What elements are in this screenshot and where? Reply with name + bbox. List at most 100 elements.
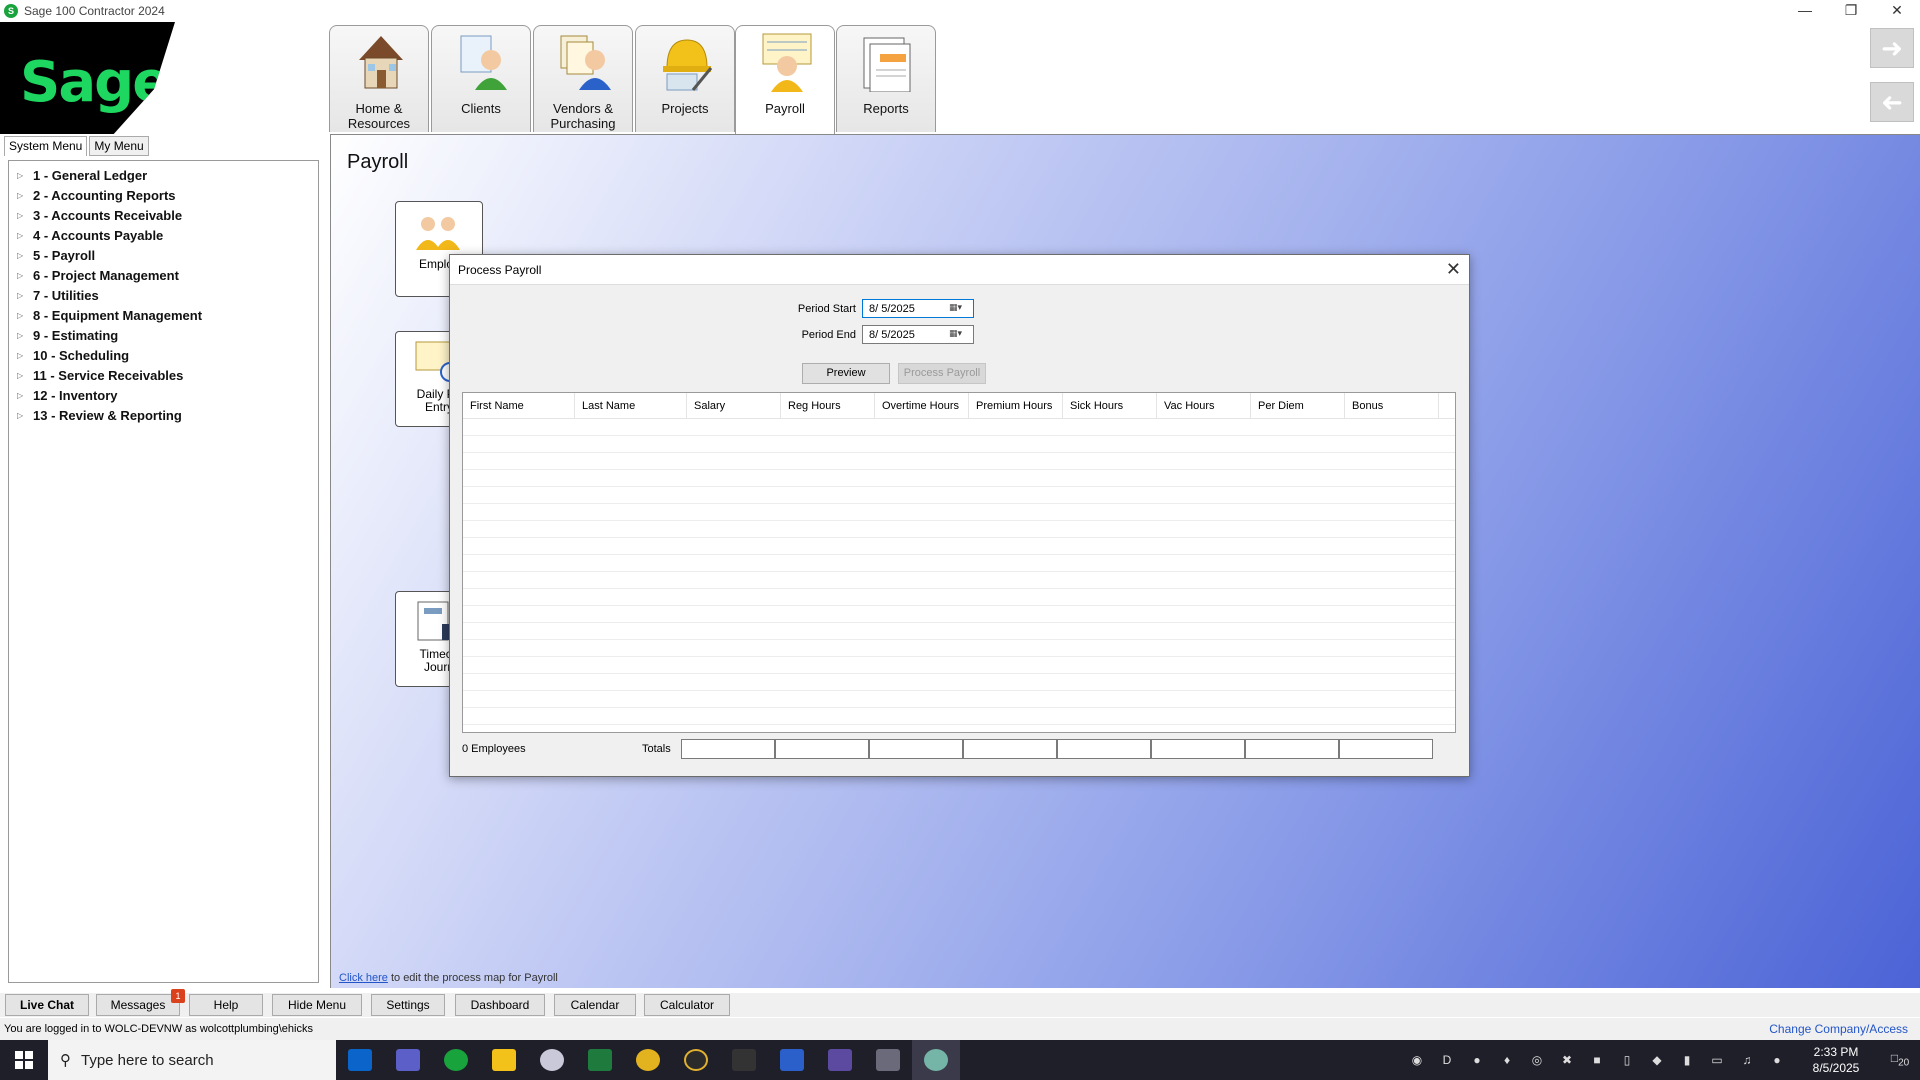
tray-app-icon[interactable]: D [1432,1053,1462,1067]
sage-app-icon: S [4,4,18,18]
column-per-diem[interactable]: Per Diem [1251,393,1345,418]
expand-arrow-icon[interactable]: ▷ [17,211,33,220]
expand-arrow-icon[interactable]: ▷ [17,171,33,180]
calendar-dropdown-icon[interactable]: ▦▾ [949,328,969,342]
file-explorer-icon[interactable] [480,1040,528,1080]
chatgpt-icon[interactable] [912,1040,960,1080]
grid-body[interactable] [463,419,1455,732]
taskbar-search-input[interactable]: ⚲ Type here to search [48,1040,336,1080]
app-icon[interactable] [672,1040,720,1080]
volume-icon[interactable]: ♫ [1732,1053,1762,1067]
expand-arrow-icon[interactable]: ▷ [17,331,33,340]
teams-icon[interactable] [384,1040,432,1080]
expand-arrow-icon[interactable]: ▷ [17,351,33,360]
change-company-link[interactable]: Change Company/Access [1769,1022,1908,1036]
dashboard-button[interactable]: Dashboard [455,994,545,1016]
back-arrow-icon[interactable]: ➜ [1870,82,1914,122]
column-last-name[interactable]: Last Name [575,393,687,418]
acrobat-icon[interactable] [720,1040,768,1080]
expand-arrow-icon[interactable]: ▷ [17,291,33,300]
help-button[interactable]: Help [189,994,263,1016]
column-sick-hours[interactable]: Sick Hours [1063,393,1157,418]
excel-icon[interactable] [576,1040,624,1080]
sage-taskbar-icon[interactable] [432,1040,480,1080]
chrome-icon[interactable] [624,1040,672,1080]
menu-item-accounting-reports[interactable]: ▷ 2 - Accounting Reports [9,185,318,205]
period-start-input[interactable]: 8/ 5/2025 ▦▾ [862,299,974,318]
expand-arrow-icon[interactable]: ▷ [17,391,33,400]
expand-arrow-icon[interactable]: ▷ [17,311,33,320]
tray-app-icon[interactable]: ◎ [1522,1053,1552,1067]
restore-icon[interactable]: ❐ [1828,0,1874,22]
expand-arrow-icon[interactable]: ▷ [17,371,33,380]
column-salary[interactable]: Salary [687,393,781,418]
menu-item-project-management[interactable]: ▷ 6 - Project Management [9,265,318,285]
calculator-button[interactable]: Calculator [644,994,730,1016]
expand-arrow-icon[interactable]: ▷ [17,251,33,260]
tray-app-icon[interactable]: ▯ [1612,1053,1642,1067]
total-per-diem [1245,739,1339,759]
expand-arrow-icon[interactable]: ▷ [17,411,33,420]
expand-arrow-icon[interactable]: ▷ [17,271,33,280]
column-reg-hours[interactable]: Reg Hours [781,393,875,418]
taskbar-clock[interactable]: 2:33 PM 8/5/2025 [1792,1044,1880,1076]
app-icon[interactable] [864,1040,912,1080]
menu-item-inventory[interactable]: ▷ 12 - Inventory [9,385,318,405]
messages-button[interactable]: Messages 1 [96,989,185,1016]
tab-projects[interactable]: Projects [635,25,735,132]
column-first-name[interactable]: First Name [463,393,575,418]
menu-item-estimating[interactable]: ▷ 9 - Estimating [9,325,318,345]
menu-item-equipment-management[interactable]: ▷ 8 - Equipment Management [9,305,318,325]
tab-label: Vendors & Purchasing [550,101,616,131]
notifications-icon[interactable]: □20 [1880,1051,1920,1068]
column-bonus[interactable]: Bonus [1345,393,1439,418]
tab-vendors-purchasing[interactable]: Vendors & Purchasing [533,25,633,132]
preview-button[interactable]: Preview [802,363,890,384]
app-icon[interactable] [528,1040,576,1080]
tray-outlook-icon[interactable]: ■ [1582,1053,1612,1067]
app-icon[interactable] [816,1040,864,1080]
tray-app-icon[interactable]: ♦ [1492,1053,1522,1067]
tray-security-icon[interactable]: ◆ [1642,1053,1672,1067]
column-vac-hours[interactable]: Vac Hours [1157,393,1251,418]
tab-home-resources[interactable]: Home & Resources [329,25,429,132]
battery-icon[interactable]: ▮ [1672,1053,1702,1067]
tab-clients[interactable]: Clients [431,25,531,132]
column-overtime-hours[interactable]: Overtime Hours [875,393,969,418]
word-icon[interactable] [768,1040,816,1080]
click-here-link[interactable]: Click here [339,972,388,984]
menu-item-accounts-receivable[interactable]: ▷ 3 - Accounts Receivable [9,205,318,225]
menu-item-review-reporting[interactable]: ▷ 13 - Review & Reporting [9,405,318,425]
menu-item-general-ledger[interactable]: ▷ 1 - General Ledger [9,165,318,185]
expand-arrow-icon[interactable]: ▷ [17,191,33,200]
tab-payroll[interactable]: Payroll [735,25,835,136]
menu-item-accounts-payable[interactable]: ▷ 4 - Accounts Payable [9,225,318,245]
menu-item-service-receivables[interactable]: ▷ 11 - Service Receivables [9,365,318,385]
forward-arrow-icon[interactable]: ➜ [1870,28,1914,68]
tab-reports[interactable]: Reports [836,25,936,132]
calendar-button[interactable]: Calendar [554,994,636,1016]
close-icon[interactable]: ✕ [1446,259,1461,280]
column-premium-hours[interactable]: Premium Hours [969,393,1063,418]
period-end-input[interactable]: 8/ 5/2025 ▦▾ [862,325,974,344]
network-icon[interactable]: ▭ [1702,1053,1732,1067]
tray-app-icon[interactable]: ◉ [1402,1053,1432,1067]
menu-item-utilities[interactable]: ▷ 7 - Utilities [9,285,318,305]
menu-item-payroll[interactable]: ▷ 5 - Payroll [9,245,318,265]
minimize-icon[interactable]: — [1782,0,1828,22]
tab-my-menu[interactable]: My Menu [89,136,149,156]
hide-menu-button[interactable]: Hide Menu [272,994,362,1016]
tray-teams-icon[interactable]: ● [1462,1053,1492,1067]
microphone-icon[interactable]: ● [1762,1053,1792,1067]
tray-app-icon[interactable]: ✖ [1552,1053,1582,1067]
calendar-dropdown-icon[interactable]: ▦▾ [949,302,969,316]
expand-arrow-icon[interactable]: ▷ [17,231,33,240]
tab-system-menu[interactable]: System Menu [4,136,88,156]
settings-button[interactable]: Settings [371,994,445,1016]
outlook-icon[interactable] [336,1040,384,1080]
process-payroll-button[interactable]: Process Payroll [898,363,986,384]
windows-start-icon[interactable] [0,1040,48,1080]
close-icon[interactable]: ✕ [1874,0,1920,22]
live-chat-button[interactable]: Live Chat [5,994,89,1016]
menu-item-scheduling[interactable]: ▷ 10 - Scheduling [9,345,318,365]
